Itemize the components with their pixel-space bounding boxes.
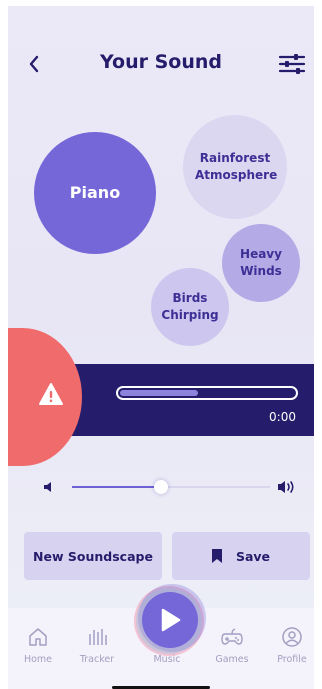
sound-bubble-birds[interactable]: Birds Chirping xyxy=(151,268,229,346)
sound-label: Piano xyxy=(69,182,121,202)
nav-item-games[interactable]: Games xyxy=(204,626,260,665)
play-button-wrap xyxy=(134,584,206,656)
volume-low-icon xyxy=(44,482,51,492)
sound-label: Birds Chirping xyxy=(161,291,219,322)
time-label: 0:00 xyxy=(269,410,296,424)
volume-slider[interactable] xyxy=(72,486,270,488)
screen: Your Sound Piano Rainforest Atmosphere H… xyxy=(8,6,314,689)
new-soundscape-label: New Soundscape xyxy=(33,548,153,564)
sliders-icon xyxy=(278,54,306,74)
progress-fill xyxy=(120,390,198,396)
home-icon xyxy=(29,628,47,646)
profile-icon xyxy=(282,627,302,647)
new-soundscape-button[interactable]: New Soundscape xyxy=(24,532,162,580)
settings-button[interactable] xyxy=(276,50,308,78)
volume-high-icon xyxy=(278,481,294,493)
volume-knob[interactable] xyxy=(154,480,168,494)
warning-icon[interactable] xyxy=(38,382,64,406)
page-title: Your Sound xyxy=(100,51,222,73)
nav-label: Profile xyxy=(277,654,307,665)
volume-fill xyxy=(72,486,161,488)
header: Your Sound xyxy=(8,6,314,126)
gamepad-icon xyxy=(221,628,243,645)
nav-label: Games xyxy=(215,654,249,665)
nav-label: Home xyxy=(23,654,53,665)
nav-item-profile[interactable]: Profile xyxy=(264,626,314,665)
save-button[interactable]: Save xyxy=(172,532,310,580)
volume-control xyxy=(8,472,314,502)
sound-label: Rainforest Atmosphere xyxy=(195,151,278,182)
tracker-icon xyxy=(89,629,107,645)
play-icon xyxy=(161,608,181,632)
nav-label: Tracker xyxy=(79,654,115,665)
save-label: Save xyxy=(235,548,271,564)
play-button[interactable] xyxy=(142,592,198,648)
sound-bubble-heavy-winds[interactable]: Heavy Winds xyxy=(222,224,300,302)
sound-bubble-rainforest[interactable]: Rainforest Atmosphere xyxy=(183,115,287,219)
nav-item-home[interactable]: Home xyxy=(10,626,66,665)
bookmark-icon xyxy=(211,549,222,563)
progress-track[interactable] xyxy=(116,386,298,400)
sound-label: Heavy Winds xyxy=(240,247,282,278)
nav-item-tracker[interactable]: Tracker xyxy=(69,626,125,665)
sound-bubble-piano[interactable]: Piano xyxy=(34,132,156,254)
